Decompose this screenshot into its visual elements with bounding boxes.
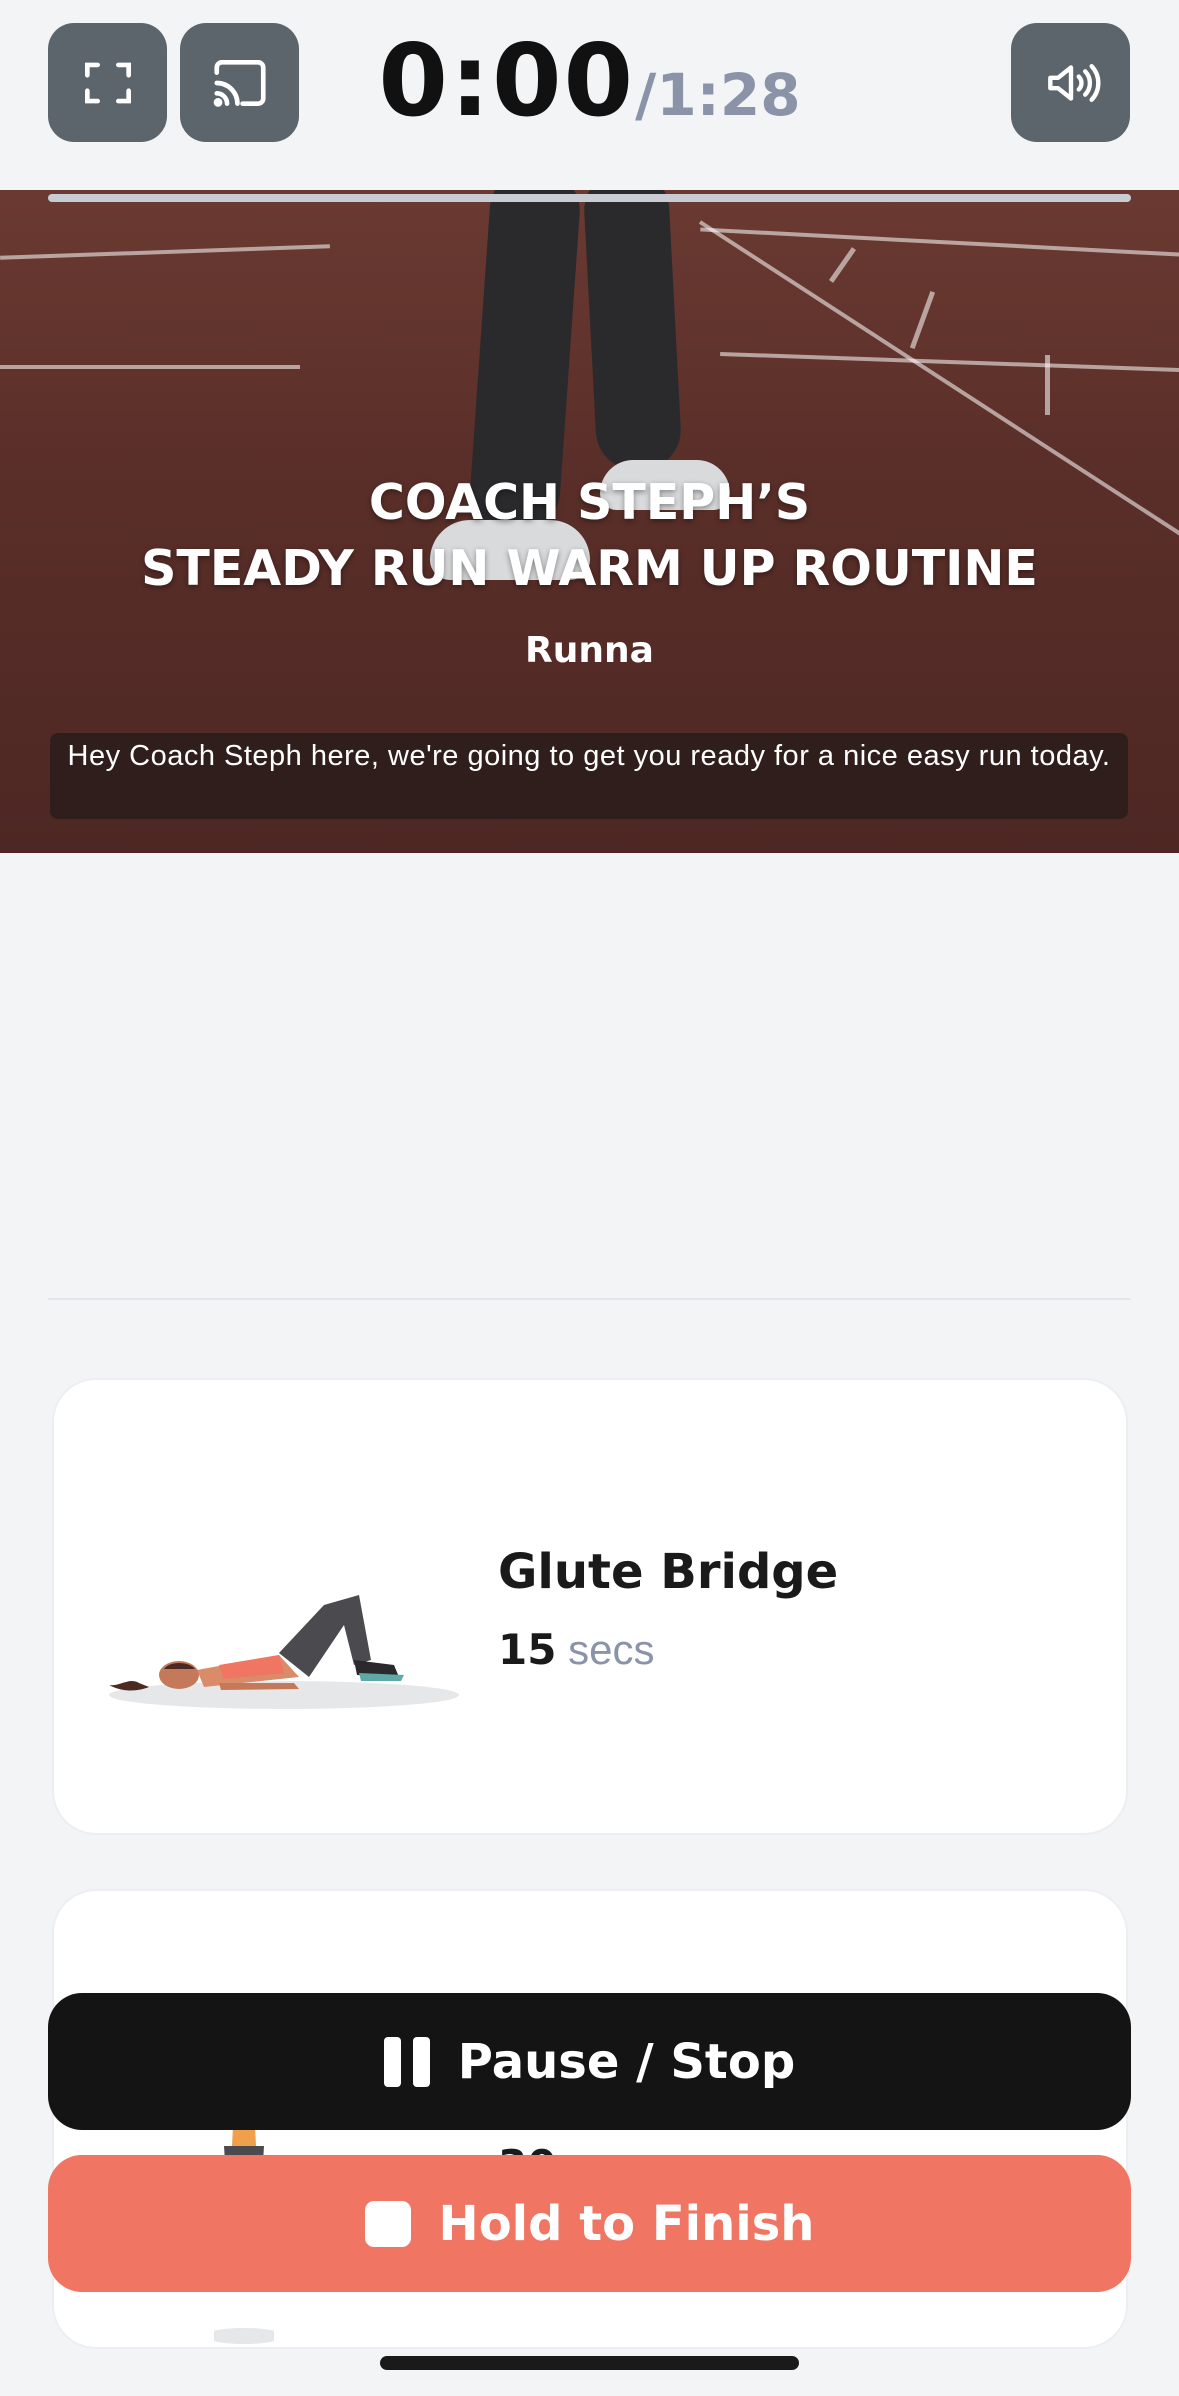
track-marking [0,365,300,369]
exercise-card[interactable]: Glute Bridge 15 secs [52,1378,1128,1835]
glute-bridge-illustration [109,1595,459,1709]
stop-icon [364,2200,411,2247]
video-title-line1: COACH STEPH’S [368,474,811,531]
video-title: COACH STEPH’S STEADY RUN WARM UP ROUTINE [0,470,1179,602]
video-progress-bar[interactable] [48,194,1131,202]
exercise-duration: 15 secs [498,1625,654,1674]
track-marking [720,351,1179,373]
pause-stop-button[interactable]: Pause / Stop [48,1993,1131,2130]
timer-total: /1:28 [635,61,801,129]
section-divider [48,1298,1131,1300]
track-marking [909,290,936,350]
hold-to-finish-button[interactable]: Hold to Finish [48,2155,1131,2292]
top-bar: 0:00/1:28 [0,0,1179,190]
hold-to-finish-label: Hold to Finish [438,2195,815,2252]
track-marking [828,247,857,283]
runner-right-leg [582,190,683,473]
track-marking [700,227,1179,257]
video-caption: Hey Coach Steph here, we're going to get… [50,733,1128,819]
workout-timer: 0:00/1:28 [0,22,1179,139]
track-marking [1045,355,1050,415]
exercise-name: Glute Bridge [498,1544,839,1600]
exercise-duration-value: 15 [498,1625,557,1674]
track-marking [0,244,330,260]
pause-stop-label: Pause / Stop [457,2033,796,2090]
exercise-duration-unit: secs [568,1626,655,1673]
volume-button[interactable] [1011,23,1130,142]
brand-logo: Runna [525,630,654,671]
video-player[interactable]: COACH STEPH’S STEADY RUN WARM UP ROUTINE… [0,190,1179,853]
pause-icon [383,2036,430,2087]
home-indicator[interactable] [380,2356,799,2370]
timer-elapsed: 0:00 [378,22,636,139]
video-title-line2: STEADY RUN WARM UP ROUTINE [141,540,1038,597]
volume-icon [1047,63,1100,102]
